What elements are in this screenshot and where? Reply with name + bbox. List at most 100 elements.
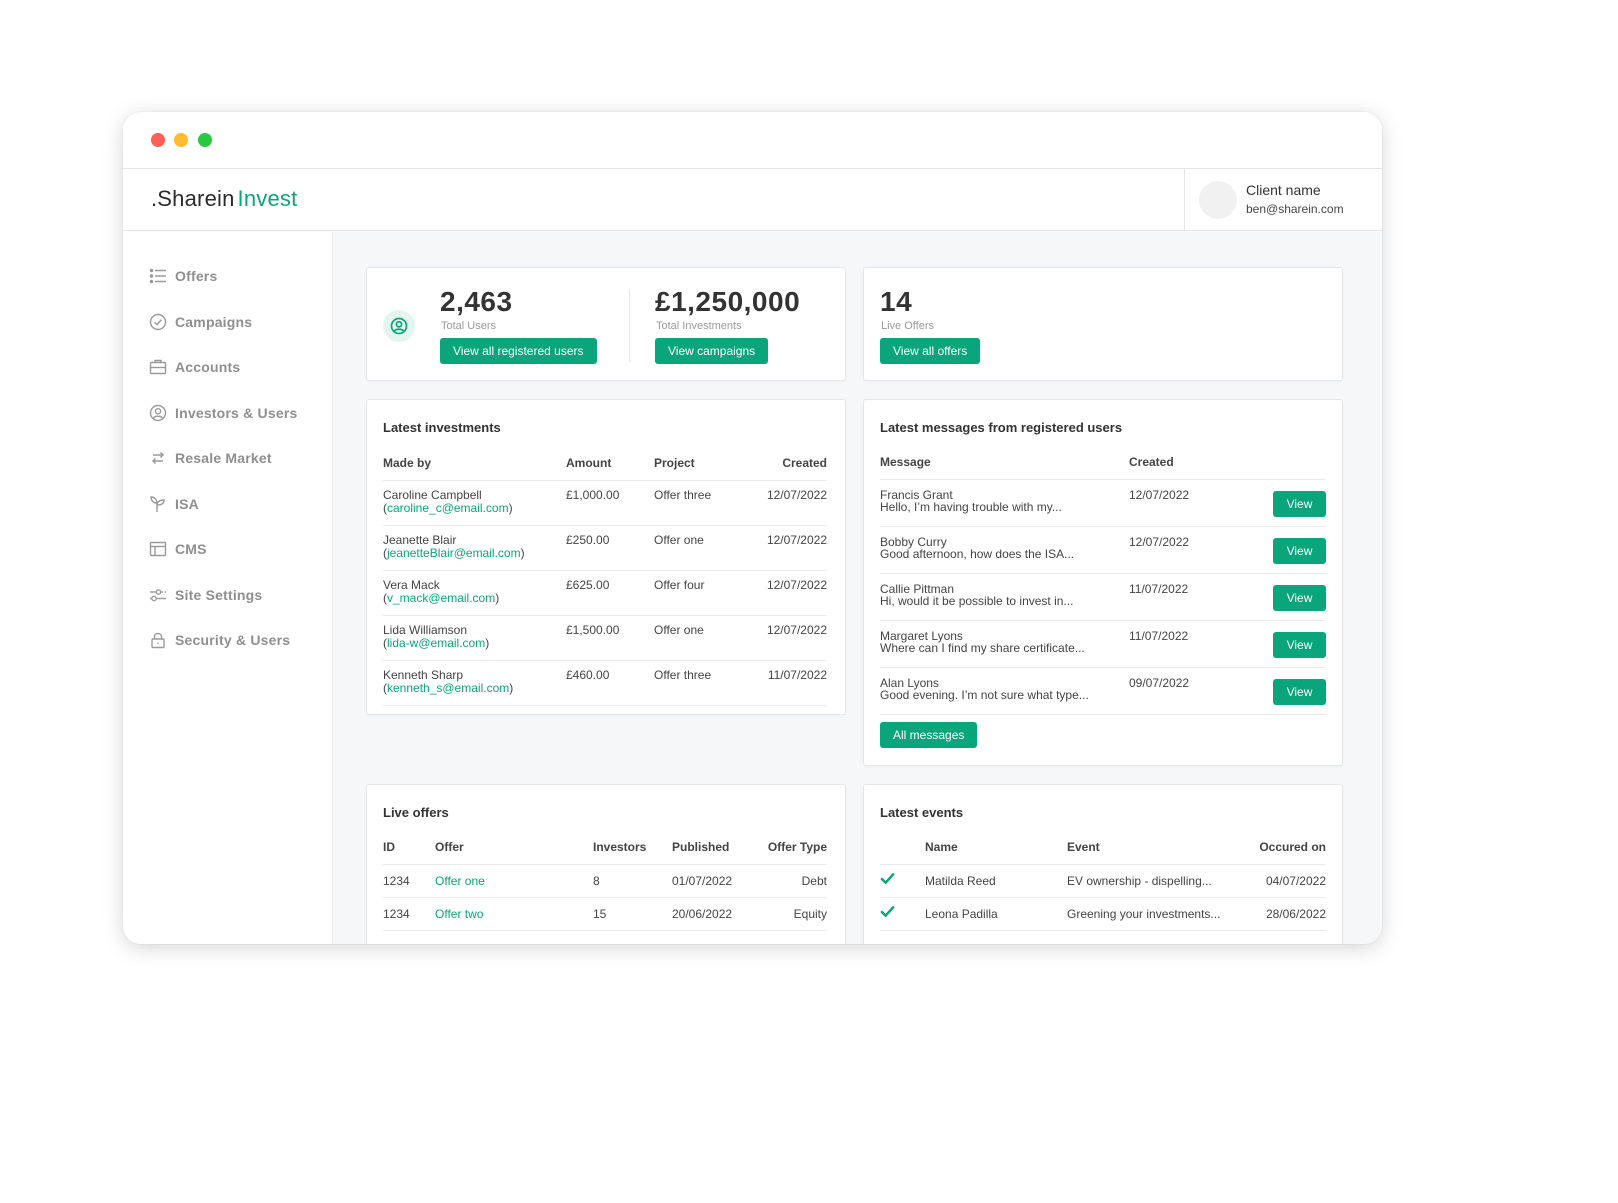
latest-messages-title: Latest messages from registered users <box>880 420 1123 435</box>
offer-type-cell: Debt <box>762 864 827 898</box>
total-users-label: Total Users <box>441 320 497 332</box>
offer-cell: Offer one <box>435 864 593 898</box>
column-offer-type: Offer Type <box>762 830 827 865</box>
message-preview: Good evening. I’m not sure what type... <box>880 687 1089 702</box>
message-cell: Margaret Lyons Where can I find my share … <box>880 620 1129 668</box>
investors-cell: 8 <box>593 864 672 898</box>
message-preview: Where can I find my share certificate... <box>880 640 1085 655</box>
logo-sharein: .Sharein <box>151 186 235 211</box>
view-message-button[interactable]: View <box>1273 678 1326 705</box>
column-investors: Investors <box>593 830 672 865</box>
message-preview: Good afternoon, how does the ISA... <box>880 546 1075 561</box>
layout-icon <box>149 540 167 558</box>
minimize-window-button[interactable] <box>174 133 188 147</box>
offer-link[interactable]: Offer one <box>435 874 485 888</box>
sidebar: Offers Campaigns Accounts Investors & Us… <box>123 232 333 944</box>
investor-email-link[interactable]: jeanetteBlair@email.com <box>387 546 521 560</box>
view-all-offers-button[interactable]: View all offers <box>880 338 981 364</box>
investor-email-line: (lida-w@email.com) <box>383 635 490 650</box>
sidebar-item-label: Resale Market <box>175 450 272 466</box>
latest-events-table: Name Event Occured on Matilda Reed EV own… <box>880 830 1326 931</box>
investor-email-link[interactable]: kenneth_s@email.com <box>387 681 509 695</box>
close-window-button[interactable] <box>151 133 165 147</box>
view-message-button[interactable]: View <box>1273 490 1326 517</box>
column-created: Created <box>754 446 827 481</box>
column-created: Created <box>1129 445 1249 480</box>
status-cell <box>880 897 925 931</box>
sidebar-item-isa[interactable]: ISA <box>149 493 199 515</box>
lock-icon <box>149 631 167 649</box>
sidebar-item-accounts[interactable]: Accounts <box>149 356 240 378</box>
investor-cell: Vera Mack (v_mack@email.com) <box>383 570 566 616</box>
investor-email-link[interactable]: lida-w@email.com <box>387 636 485 650</box>
table-header-row: Message Created <box>880 445 1326 480</box>
sidebar-item-offers[interactable]: Offers <box>149 265 217 287</box>
client-name: Client name <box>1246 182 1321 198</box>
action-cell: View <box>1249 667 1326 715</box>
sidebar-item-investors-users[interactable]: Investors & Users <box>149 402 297 424</box>
check-icon <box>880 905 895 923</box>
live-offers-label: Live Offers <box>881 320 934 332</box>
investment-row: Vera Mack (v_mack@email.com) £625.00 Offer … <box>383 570 827 616</box>
event-date-cell: 28/06/2022 <box>1227 897 1326 931</box>
sidebar-item-label: Campaigns <box>175 314 253 330</box>
live-offers-table: ID Offer Investors Published Offer Type … <box>383 830 827 931</box>
message-sender: Bobby Curry <box>880 534 947 549</box>
amount-cell: £1,000.00 <box>566 480 654 526</box>
latest-messages-card: Latest messages from registered users Me… <box>863 399 1343 766</box>
logo-invest: Invest <box>237 186 298 211</box>
created-cell: 09/07/2022 <box>1129 667 1249 715</box>
sidebar-item-label: Security & Users <box>175 632 291 648</box>
main-content: 2,463 Total Users View all registered us… <box>333 232 1382 944</box>
briefcase-icon <box>149 358 167 376</box>
sidebar-item-cms[interactable]: CMS <box>149 538 207 560</box>
published-cell: 01/07/2022 <box>672 864 762 898</box>
all-messages-button[interactable]: All messages <box>880 722 978 748</box>
arrows-swap-icon <box>149 449 167 467</box>
view-message-button[interactable]: View <box>1273 537 1326 564</box>
message-row: Alan Lyons Good evening. I’m not sure wha… <box>880 667 1326 715</box>
investor-email-link[interactable]: caroline_c@email.com <box>387 501 509 515</box>
created-cell: 12/07/2022 <box>1129 526 1249 574</box>
latest-investments-table: Made by Amount Project Created Caroline … <box>383 446 827 706</box>
table-header-row: Name Event Occured on <box>880 830 1326 865</box>
latest-messages-table: Message Created Francis Grant Hello, I’m … <box>880 445 1326 715</box>
app-header: .Sharein Invest Client name ben@sharein.c… <box>123 169 1382 231</box>
created-cell: 12/07/2022 <box>754 570 827 616</box>
offer-link[interactable]: Offer two <box>435 907 483 921</box>
users-badge <box>383 310 415 342</box>
amount-cell: £625.00 <box>566 570 654 616</box>
sidebar-item-label: Offers <box>175 268 218 284</box>
project-cell: Offer one <box>654 615 754 661</box>
live-offers-title: Live offers <box>383 805 449 820</box>
view-message-button[interactable]: View <box>1273 631 1326 658</box>
offer-id-cell: 1234 <box>383 864 435 898</box>
latest-investments-title: Latest investments <box>383 420 501 435</box>
message-row: Margaret Lyons Where can I find my share … <box>880 620 1326 668</box>
offer-id-cell: 1234 <box>383 897 435 931</box>
maximize-window-button[interactable] <box>198 133 212 147</box>
stats-card-offers: 14 Live Offers View all offers <box>863 267 1343 381</box>
logo[interactable]: .Sharein Invest <box>151 186 297 212</box>
column-amount: Amount <box>566 446 654 481</box>
event-row: Matilda Reed EV ownership - dispelling...… <box>880 864 1326 898</box>
view-campaigns-button[interactable]: View campaigns <box>655 338 769 364</box>
view-message-button[interactable]: View <box>1273 584 1326 611</box>
offer-cell: Offer two <box>435 897 593 931</box>
divider <box>629 290 630 362</box>
view-all-registered-users-button[interactable]: View all registered users <box>440 338 597 364</box>
sidebar-item-campaigns[interactable]: Campaigns <box>149 311 252 333</box>
title-bar <box>123 112 1382 169</box>
investor-email-line: (v_mack@email.com) <box>383 590 500 605</box>
client-account[interactable]: Client name ben@sharein.com <box>1184 169 1382 231</box>
event-row: Leona Padilla Greening your investments..… <box>880 897 1326 931</box>
sidebar-item-security-users[interactable]: Security & Users <box>149 629 290 651</box>
app-window: .Sharein Invest Client name ben@sharein.c… <box>123 112 1382 944</box>
investor-email-line: (jeanetteBlair@email.com) <box>383 545 525 560</box>
sidebar-item-resale-market[interactable]: Resale Market <box>149 447 272 469</box>
investor-email-link[interactable]: v_mack@email.com <box>387 591 495 605</box>
sidebar-item-label: Investors & Users <box>175 405 298 421</box>
amount-cell: £1,500.00 <box>566 615 654 661</box>
created-cell: 12/07/2022 <box>754 480 827 526</box>
sidebar-item-site-settings[interactable]: Site Settings <box>149 584 262 606</box>
